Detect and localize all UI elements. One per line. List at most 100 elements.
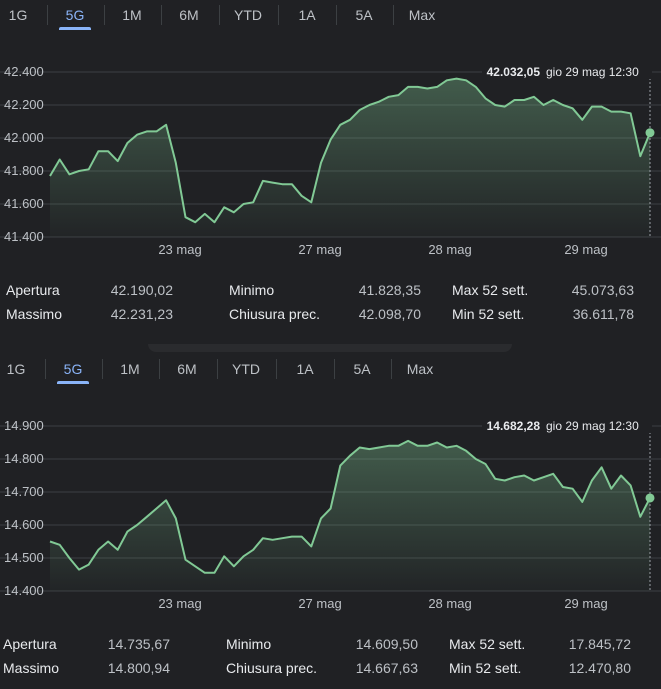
stat-value: 17.845,72: [568, 636, 631, 652]
tooltip-date: gio 29 mag 12:30: [546, 65, 639, 79]
tab-label: 1G: [8, 7, 28, 23]
y-tick-label: 14.900: [4, 418, 44, 433]
tab-separator: [158, 359, 160, 379]
stat-value: 45.073,63: [571, 282, 634, 298]
stat-label: Max 52 sett.: [449, 636, 526, 652]
tab-label: 5G: [63, 361, 83, 377]
x-tick-label: 29 mag: [564, 596, 607, 611]
y-tick-label: 41.600: [4, 196, 44, 211]
x-tick-label: 27 mag: [298, 242, 341, 257]
tab-label: 1A: [298, 7, 316, 23]
tab-ytd[interactable]: YTD: [226, 0, 270, 30]
tab-label: 1M: [122, 7, 142, 23]
area-fill: [50, 440, 650, 591]
tab-ytd[interactable]: YTD: [224, 354, 268, 384]
price-chart[interactable]: 42.400 42.200 42.000 41.800 41.600 41.400 23 m…: [0, 55, 661, 265]
tab-label: 6M: [177, 361, 197, 377]
tab-5a[interactable]: 5A: [340, 354, 384, 384]
stat-label: Minimo: [229, 282, 275, 298]
stat-value: 14.735,67: [107, 636, 170, 652]
stats-grid: Apertura 42.190,02 Massimo 42.231,23 Minimo 4…: [0, 280, 661, 330]
hover-point: [645, 128, 655, 138]
active-tab-indicator: [57, 381, 89, 384]
y-tick-label: 14.400: [4, 583, 44, 598]
tab-separator: [275, 359, 277, 379]
tab-separator: [391, 359, 392, 379]
tab-separator: [46, 5, 48, 25]
tab-separator: [333, 359, 335, 379]
tab-1a[interactable]: 1A: [285, 0, 329, 30]
tab-1m[interactable]: 1M: [110, 0, 154, 30]
tab-separator: [335, 5, 337, 25]
stat-value: 42.190,02: [110, 282, 173, 298]
tab-label: 1G: [6, 361, 26, 377]
chart-panel-1: 1G 5G 1M 6M YTD 1A 5A Max 42.400 42.200 42.000 41.…: [0, 0, 661, 340]
y-tick-label: 42.000: [4, 130, 44, 145]
range-tabs: 1G 5G 1M 6M YTD 1A 5A Max: [0, 0, 661, 30]
tab-label: 5A: [355, 7, 373, 23]
tooltip-value: 42.032,05: [487, 65, 541, 79]
tab-1a[interactable]: 1A: [283, 354, 327, 384]
tab-label: 6M: [179, 7, 199, 23]
tab-5g[interactable]: 5G: [51, 354, 95, 384]
chart-panel-2: 1G 5G 1M 6M YTD 1A 5A Max 14.900 14.800 14.700 14.…: [0, 354, 661, 689]
stat-value: 42.098,70: [358, 306, 421, 322]
tab-1g[interactable]: 1G: [0, 0, 40, 30]
stat-label: Chiusura prec.: [229, 306, 321, 322]
y-tick-label: 14.600: [4, 517, 44, 532]
tab-separator: [103, 5, 105, 25]
stat-value: 12.470,80: [568, 660, 631, 676]
tab-separator: [218, 5, 220, 25]
stat-label: Massimo: [6, 306, 63, 322]
y-tick-label: 42.200: [4, 97, 44, 112]
stat-label: Apertura: [3, 636, 57, 652]
tab-separator: [277, 5, 279, 25]
price-chart[interactable]: 14.900 14.800 14.700 14.600 14.500 14.400 23 m…: [0, 409, 661, 619]
hover-point: [645, 493, 655, 503]
tab-max[interactable]: Max: [400, 0, 444, 30]
x-tick-label: 23 mag: [158, 242, 201, 257]
y-tick-label: 41.400: [4, 229, 44, 244]
tab-separator: [393, 5, 394, 25]
stat-label: Min 52 sett.: [452, 306, 525, 322]
y-tick-label: 14.800: [4, 451, 44, 466]
hover-tooltip: 42.032,05 gio 29 mag 12:30: [482, 55, 652, 79]
y-tick-label: 42.400: [4, 64, 44, 79]
range-tabs: 1G 5G 1M 6M YTD 1A 5A Max: [0, 354, 661, 384]
tab-label: Max: [408, 7, 436, 23]
tab-separator: [101, 359, 103, 379]
hover-tooltip: 14.682,28 gio 29 mag 12:30: [482, 409, 652, 433]
tab-1g[interactable]: 1G: [0, 354, 38, 384]
y-tick-label: 14.700: [4, 484, 44, 499]
tab-5g[interactable]: 5G: [53, 0, 97, 30]
tooltip-date: gio 29 mag 12:30: [546, 419, 639, 433]
tab-1m[interactable]: 1M: [108, 354, 152, 384]
tab-label: Max: [406, 361, 434, 377]
stat-label: Minimo: [226, 636, 272, 652]
tab-label: 1M: [120, 361, 140, 377]
tab-5a[interactable]: 5A: [342, 0, 386, 30]
tab-separator: [216, 359, 218, 379]
tab-6m[interactable]: 6M: [165, 354, 209, 384]
y-tick-label: 14.500: [4, 550, 44, 565]
tab-label: 5A: [353, 361, 371, 377]
x-tick-label: 29 mag: [564, 242, 607, 257]
tab-max[interactable]: Max: [398, 354, 442, 384]
tooltip-value: 14.682,28: [487, 419, 541, 433]
stat-value: 14.609,50: [355, 636, 418, 652]
x-tick-label: 23 mag: [158, 596, 201, 611]
tab-6m[interactable]: 6M: [167, 0, 211, 30]
tab-label: 5G: [65, 7, 85, 23]
stat-value: 42.231,23: [110, 306, 173, 322]
stat-label: Massimo: [3, 660, 60, 676]
tab-separator: [44, 359, 46, 379]
area-fill: [50, 78, 650, 237]
tab-label: YTD: [232, 361, 260, 377]
stat-value: 36.611,78: [572, 306, 634, 322]
stat-value: 14.667,63: [355, 660, 418, 676]
stat-label: Chiusura prec.: [226, 660, 318, 676]
active-tab-indicator: [59, 27, 91, 30]
panel-divider: [148, 344, 512, 352]
tab-separator: [160, 5, 162, 25]
stat-label: Apertura: [6, 282, 60, 298]
